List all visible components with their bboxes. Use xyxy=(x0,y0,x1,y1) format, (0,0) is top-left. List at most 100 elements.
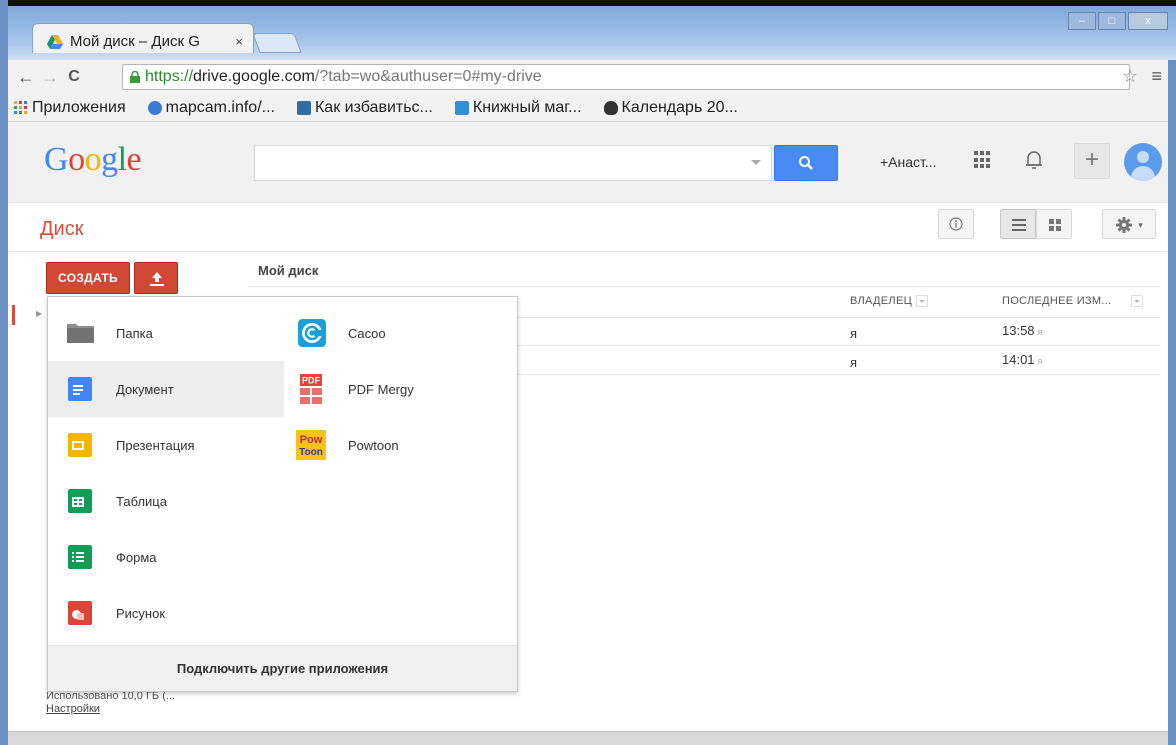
window-controls: – □ x xyxy=(1068,12,1168,30)
sheets-icon xyxy=(68,489,92,513)
menu-item-folder[interactable]: Папка xyxy=(48,305,284,361)
sort-icon[interactable] xyxy=(916,295,929,308)
menu-item-label: Документ xyxy=(116,381,174,397)
url-path: /?tab=wo&authuser=0#my-drive xyxy=(314,68,542,85)
menu-item-label: Форма xyxy=(116,549,157,565)
menu-item-document[interactable]: Документ xyxy=(48,361,284,417)
apps-launcher-icon[interactable] xyxy=(974,151,992,169)
url-scheme: https:// xyxy=(145,68,194,85)
bookmark-kak[interactable]: Как избавитьс... xyxy=(296,99,433,117)
info-icon xyxy=(949,217,963,231)
cacoo-icon xyxy=(298,319,326,347)
chevron-down-icon: ▾ xyxy=(1138,220,1143,230)
menu-item-form[interactable]: Форма xyxy=(48,529,284,585)
selected-nav-marker xyxy=(12,305,15,325)
google-logo[interactable]: Google xyxy=(44,141,142,179)
forward-button[interactable]: → xyxy=(38,67,62,88)
address-bar[interactable]: https://drive.google.com/?tab=wo&authuse… xyxy=(122,64,1130,90)
url-host: drive.google.com xyxy=(193,68,315,85)
user-name-link[interactable]: +Анаст... xyxy=(880,154,937,170)
search-icon xyxy=(799,156,813,170)
title-bar: Мой диск – Диск G × – □ x xyxy=(8,6,1176,60)
favicon-icon xyxy=(296,100,311,115)
gear-icon xyxy=(1116,217,1133,233)
bookmark-calendar[interactable]: Календарь 20... xyxy=(603,98,738,117)
slides-icon xyxy=(68,433,92,457)
row-modified: 14:01 я xyxy=(1002,352,1042,367)
menu-item-spreadsheet[interactable]: Таблица xyxy=(48,473,284,529)
row-modified: 13:58 я xyxy=(1002,323,1042,338)
svg-text:PDF: PDF xyxy=(302,376,321,386)
info-button[interactable] xyxy=(938,209,974,239)
bookmark-label: Календарь 20... xyxy=(621,98,738,116)
tab-close-icon[interactable]: × xyxy=(235,34,243,49)
powtoon-icon: Pow Toon xyxy=(296,430,326,460)
close-window-button[interactable]: x xyxy=(1128,12,1168,30)
menu-item-label: Таблица xyxy=(116,493,167,509)
settings-link[interactable]: Настройки xyxy=(46,703,100,715)
row-modified-time: 13:58 xyxy=(1002,323,1035,338)
bookmark-mapcam[interactable]: mapcam.info/... xyxy=(147,98,275,117)
search-button[interactable] xyxy=(774,145,838,181)
menu-item-cacoo[interactable]: Cacoo xyxy=(284,305,518,361)
browser-tab[interactable]: Мой диск – Диск G × xyxy=(32,23,254,53)
bookmark-bookstore[interactable]: Книжный маг... xyxy=(454,99,582,117)
lock-icon xyxy=(130,71,140,83)
menu-item-presentation[interactable]: Презентация xyxy=(48,417,284,473)
grid-view-button[interactable] xyxy=(1036,209,1072,239)
avatar[interactable] xyxy=(1124,143,1162,181)
pdf-mergy-icon: PDF xyxy=(300,374,322,404)
grid-icon xyxy=(1049,219,1061,231)
bookstore-icon xyxy=(454,100,469,115)
globe-icon xyxy=(147,100,162,115)
menu-item-drawing[interactable]: Рисунок xyxy=(48,585,284,641)
menu-item-pdf-mergy[interactable]: PDF PDF Mergy xyxy=(284,361,518,417)
page-title[interactable]: Диск xyxy=(40,218,83,241)
folder-icon xyxy=(67,324,94,343)
drive-icon xyxy=(47,34,63,49)
column-modified-label: ПОСЛЕДНЕЕ ИЗМ... xyxy=(1002,295,1112,307)
share-plus-button[interactable]: + xyxy=(1074,143,1110,179)
reload-button[interactable]: C xyxy=(62,68,86,86)
svg-text:Toon: Toon xyxy=(299,447,323,458)
upload-button[interactable] xyxy=(134,262,178,294)
notifications-bell-icon[interactable] xyxy=(1024,149,1044,171)
list-view-button[interactable] xyxy=(1000,209,1036,239)
maximize-button[interactable]: □ xyxy=(1098,12,1126,30)
menu-item-label: Рисунок xyxy=(116,605,166,621)
browser-toolbar: ← → C https://drive.google.com/?tab=wo&a… xyxy=(8,60,1168,94)
apps-grid-icon xyxy=(14,100,27,114)
create-menu: Папка Документ Презентация Таблица Форма xyxy=(47,296,518,692)
horizontal-scrollbar[interactable] xyxy=(8,731,1168,745)
bookmark-label: mapcam.info/... xyxy=(165,98,275,116)
calendar-icon xyxy=(603,100,618,115)
menu-item-label: Презентация xyxy=(116,437,195,453)
expand-arrow-icon[interactable]: ▶ xyxy=(36,309,42,318)
back-button[interactable]: ← xyxy=(14,67,38,88)
drive-toolbar: Диск ▾ xyxy=(8,204,1168,252)
row-owner: я xyxy=(850,355,858,370)
connect-more-apps-button[interactable]: Подключить другие приложения xyxy=(48,645,517,691)
settings-button[interactable]: ▾ xyxy=(1102,209,1156,239)
search-input[interactable] xyxy=(254,145,772,181)
menu-item-label: PDF Mergy xyxy=(348,381,414,397)
menu-item-powtoon[interactable]: Pow Toon Powtoon xyxy=(284,417,518,473)
column-modified[interactable]: ПОСЛЕДНЕЕ ИЗМ... xyxy=(1002,295,1144,308)
new-tab-button[interactable] xyxy=(252,33,302,53)
bookmark-apps[interactable]: Приложения xyxy=(14,99,126,117)
bookmarks-bar: Приложения mapcam.info/... Как избавитьс… xyxy=(8,94,1168,122)
docs-icon xyxy=(68,377,92,401)
column-owner-label: ВЛАДЕЛЕЦ xyxy=(850,295,913,307)
browser-menu-icon[interactable]: ≡ xyxy=(1151,66,1162,87)
svg-text:Pow: Pow xyxy=(300,434,323,446)
bookmark-star-icon[interactable]: ☆ xyxy=(1122,66,1138,87)
screen-edge xyxy=(8,0,1176,6)
search-options-icon[interactable] xyxy=(751,160,761,165)
create-button[interactable]: СОЗДАТЬ xyxy=(46,262,130,294)
breadcrumb[interactable]: Мой диск xyxy=(258,263,318,278)
sort-icon[interactable] xyxy=(1131,295,1144,308)
bookmark-label: Приложения xyxy=(32,98,126,116)
column-owner[interactable]: ВЛАДЕЛЕЦ xyxy=(850,295,929,308)
tab-title: Мой диск – Диск G xyxy=(70,33,200,50)
minimize-button[interactable]: – xyxy=(1068,12,1096,30)
